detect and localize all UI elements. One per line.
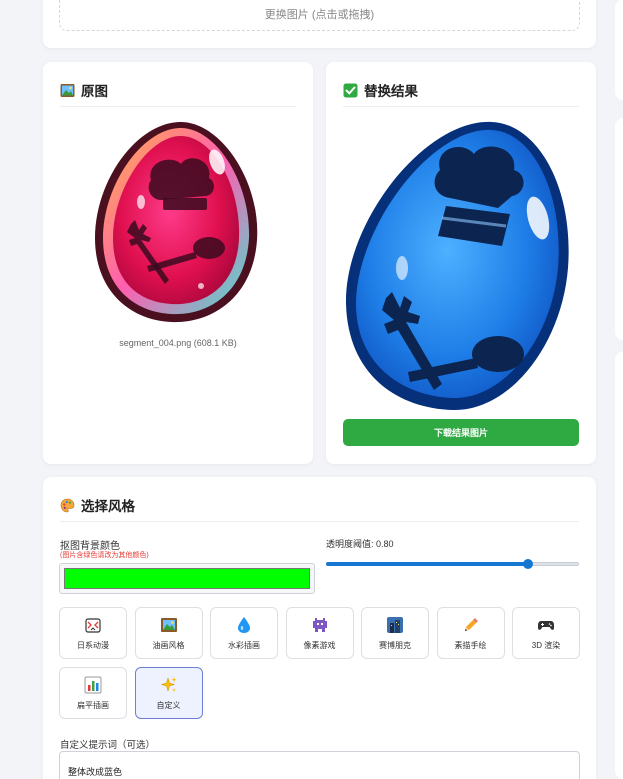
style-label: 油画风格	[152, 640, 185, 650]
threshold-label: 透明度阈值: 0.80	[326, 539, 394, 549]
original-filename: segment_004.png (608.1 KB)	[119, 338, 237, 348]
style-option-flat[interactable]: 扁平插画	[59, 667, 127, 719]
style-option-custom[interactable]: 自定义	[134, 667, 203, 719]
framed-picture-icon	[160, 616, 178, 634]
style-label: 素描手绘	[454, 640, 487, 650]
style-option-pixel-game[interactable]: 像素游戏	[285, 607, 354, 659]
style-label: 赛博朋克	[379, 640, 411, 650]
style-label: 3D 渲染	[531, 640, 561, 650]
divider	[60, 521, 579, 522]
style-title: 选择风格	[60, 495, 135, 515]
original-image-card: 原图 segment_004.png (608.1 KB)	[43, 62, 313, 464]
style-option-anime[interactable]: 日系动漫	[59, 607, 127, 659]
palette-icon	[60, 498, 75, 513]
bg-color-swatch	[64, 568, 310, 589]
result-image	[342, 118, 582, 416]
result-title-text: 替换结果	[364, 84, 418, 99]
checkmark-icon	[343, 83, 358, 98]
style-option-cyberpunk[interactable]: 赛博朋克	[361, 607, 429, 659]
upload-label: 更换图片 (点击或拖拽)	[264, 9, 375, 21]
download-result-button[interactable]: 下载结果图片	[343, 419, 579, 446]
upload-card: 更换图片 (点击或拖拽)	[43, 0, 596, 48]
style-label: 水彩插画	[228, 640, 260, 650]
slider-thumb[interactable]	[523, 559, 534, 569]
divider	[60, 106, 296, 107]
custom-prompt-label: 自定义提示词（可选）	[60, 740, 156, 751]
bg-color-picker[interactable]	[59, 563, 315, 594]
style-option-3d-render[interactable]: 3D 渲染	[512, 607, 580, 659]
style-option-sketch[interactable]: 素描手绘	[436, 607, 505, 659]
style-label: 日系动漫	[77, 640, 109, 650]
sparkles-icon	[160, 676, 178, 694]
divider	[343, 106, 579, 107]
side-panel-fragment	[615, 0, 623, 100]
original-image	[91, 120, 263, 324]
result-card: 替换结果 下载结果图片	[326, 62, 596, 464]
style-option-oil-painting[interactable]: 油画风格	[134, 607, 203, 659]
side-panel-fragment	[615, 352, 623, 779]
picture-icon	[60, 83, 75, 98]
threshold-slider[interactable]	[326, 559, 579, 569]
side-panel-fragment	[615, 118, 623, 340]
pixel-invader-icon	[311, 616, 329, 634]
custom-prompt-input[interactable]	[59, 751, 580, 779]
original-title-text: 原图	[81, 84, 108, 99]
style-label: 自定义	[156, 700, 181, 710]
style-card: 选择风格 抠图背景颜色 (图片含绿色请改为其他颜色) 透明度阈值: 0.80 日…	[43, 477, 596, 779]
style-option-watercolor[interactable]: 水彩插画	[210, 607, 278, 659]
original-title: 原图	[60, 80, 108, 100]
style-label: 扁平插画	[77, 700, 109, 710]
pencil-icon	[462, 616, 480, 634]
result-title: 替换结果	[343, 80, 418, 100]
anime-icon	[84, 616, 102, 634]
style-label: 像素游戏	[303, 640, 336, 650]
water-drop-icon	[235, 616, 253, 634]
gamepad-icon	[537, 616, 555, 634]
city-building-icon	[386, 616, 404, 634]
style-title-text: 选择风格	[81, 499, 135, 514]
slider-fill	[326, 562, 529, 566]
bg-color-hint: (图片含绿色请改为其他颜色)	[60, 552, 149, 559]
bar-chart-icon	[84, 676, 102, 694]
upload-dropzone[interactable]: 更换图片 (点击或拖拽)	[59, 0, 580, 31]
